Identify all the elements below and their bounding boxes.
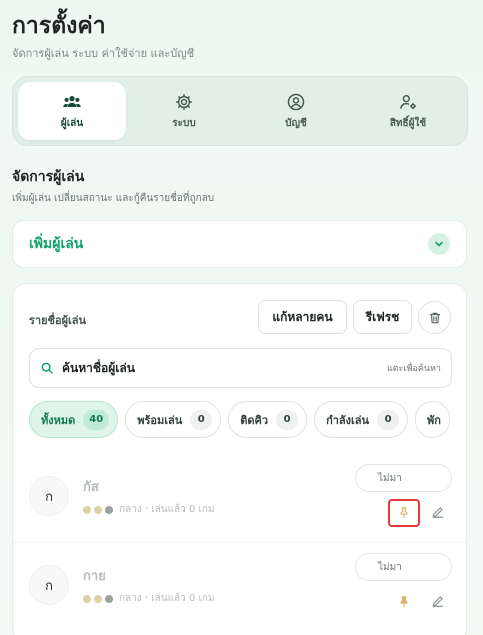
trash-icon — [429, 312, 440, 323]
filter-chip-playing[interactable]: กำลังเล่น 0 — [314, 401, 409, 438]
tab-permissions[interactable]: สิทธิ์ผู้ใช้ — [354, 82, 462, 140]
tab-players[interactable]: ผู้เล่น — [18, 82, 126, 140]
chevron-down-icon — [435, 241, 443, 247]
skill-dot — [83, 505, 91, 514]
settings-tabs: ผู้เล่น ระบบ บัญชี สิทธิ์ผู้ใช้ — [12, 76, 468, 146]
users-icon — [63, 95, 81, 107]
player-name: กาย — [83, 569, 106, 584]
filter-count: 40 — [83, 409, 110, 430]
player-meta: กลาง · เล่นแล้ว 0 เกม — [83, 591, 215, 606]
skill-dot — [94, 594, 102, 603]
search-value: ค้นหาชื่อผู้เล่น — [62, 360, 135, 375]
tab-label: ผู้เล่น — [60, 117, 84, 129]
player-meta: กลาง · เล่นแล้ว 0 เกม — [83, 502, 215, 517]
avatar: ก — [29, 565, 69, 605]
skill-dot — [105, 594, 113, 603]
player-list-title: รายชื่อผู้เล่น — [29, 314, 87, 327]
page-subtitle: จัดการผู้เล่น ระบบ ค่าใช้จ่าย และบัญชี — [12, 47, 195, 60]
filter-chip-ready[interactable]: พร้อมเล่น 0 — [125, 401, 222, 438]
list-item[interactable]: ก กาย กลาง · เล่นแล้ว 0 เกม ไม่มา — [13, 542, 468, 628]
filter-chip-queued[interactable]: ติดคิว 0 — [228, 401, 308, 438]
player-meta-text: กลาง · เล่นแล้ว 0 เกม — [119, 504, 215, 515]
filter-label: พัก — [427, 413, 441, 427]
filter-count: 0 — [276, 409, 299, 430]
pin-icon — [400, 507, 408, 519]
player-meta-text: กลาง · เล่นแล้ว 0 เกม — [119, 593, 215, 604]
status-select[interactable]: ไม่มา — [355, 464, 452, 492]
skill-dot — [83, 594, 91, 603]
skill-dot — [105, 505, 113, 514]
filter-count: 0 — [377, 409, 400, 430]
filter-count: 0 — [190, 409, 213, 430]
status-select[interactable]: ไม่มา — [355, 553, 452, 581]
tab-label: สิทธิ์ผู้ใช้ — [389, 117, 427, 129]
pin-icon — [400, 596, 408, 608]
multi-edit-button[interactable]: แก้หลายคน — [258, 300, 347, 334]
gear-icon — [176, 93, 192, 110]
search-hint: แตะเพื่อค้นหา — [386, 364, 441, 374]
tab-system[interactable]: ระบบ — [130, 82, 238, 140]
tab-label: บัญชี — [285, 117, 307, 129]
filter-label: ทั้งหมด — [41, 413, 76, 427]
pencil-icon — [432, 507, 444, 518]
filter-chip-resting[interactable]: พัก — [415, 401, 450, 438]
player-list-card: รายชื่อผู้เล่น แก้หลายคน รีเฟรช ค้นหาชื่… — [12, 283, 468, 635]
filter-chips: ทั้งหมด 40 พร้อมเล่น 0 ติดคิว 0 กำลังเล่… — [29, 401, 452, 439]
refresh-button[interactable]: รีเฟรช — [353, 300, 412, 334]
filter-label: พร้อมเล่น — [137, 413, 183, 427]
user-circle-icon — [287, 93, 305, 110]
edit-button[interactable] — [426, 589, 450, 613]
trash-button[interactable] — [418, 301, 451, 334]
section-title: จัดการผู้เล่น — [12, 169, 85, 185]
skill-dot — [94, 505, 102, 514]
add-player-title: เพิ่มผู้เล่น — [29, 236, 84, 252]
section-subtitle: เพิ่มผู้เล่น เปลี่ยนสถานะ และกู้คืนรายชื… — [12, 193, 215, 204]
search-input[interactable]: ค้นหาชื่อผู้เล่น แตะเพื่อค้นหา — [29, 348, 452, 388]
page-title: การตั้งค่า — [12, 13, 106, 39]
pin-button[interactable] — [388, 499, 420, 527]
tab-label: ระบบ — [172, 117, 196, 129]
pin-button[interactable] — [388, 588, 420, 616]
user-settings-icon — [400, 94, 416, 109]
edit-button[interactable] — [426, 500, 450, 524]
pencil-icon — [432, 596, 444, 607]
filter-label: ติดคิว — [240, 413, 269, 427]
player-name: กัส — [83, 480, 99, 495]
list-item[interactable]: ก กัส กลาง · เล่นแล้ว 0 เกม ไม่มา — [13, 454, 468, 540]
filter-label: กำลังเล่น — [326, 413, 370, 427]
filter-chip-all[interactable]: ทั้งหมด 40 — [29, 401, 119, 438]
search-icon — [41, 362, 53, 374]
tab-account[interactable]: บัญชี — [242, 82, 350, 140]
add-player-panel[interactable]: เพิ่มผู้เล่น — [12, 220, 467, 268]
expand-button[interactable] — [428, 233, 450, 255]
avatar: ก — [29, 476, 69, 516]
